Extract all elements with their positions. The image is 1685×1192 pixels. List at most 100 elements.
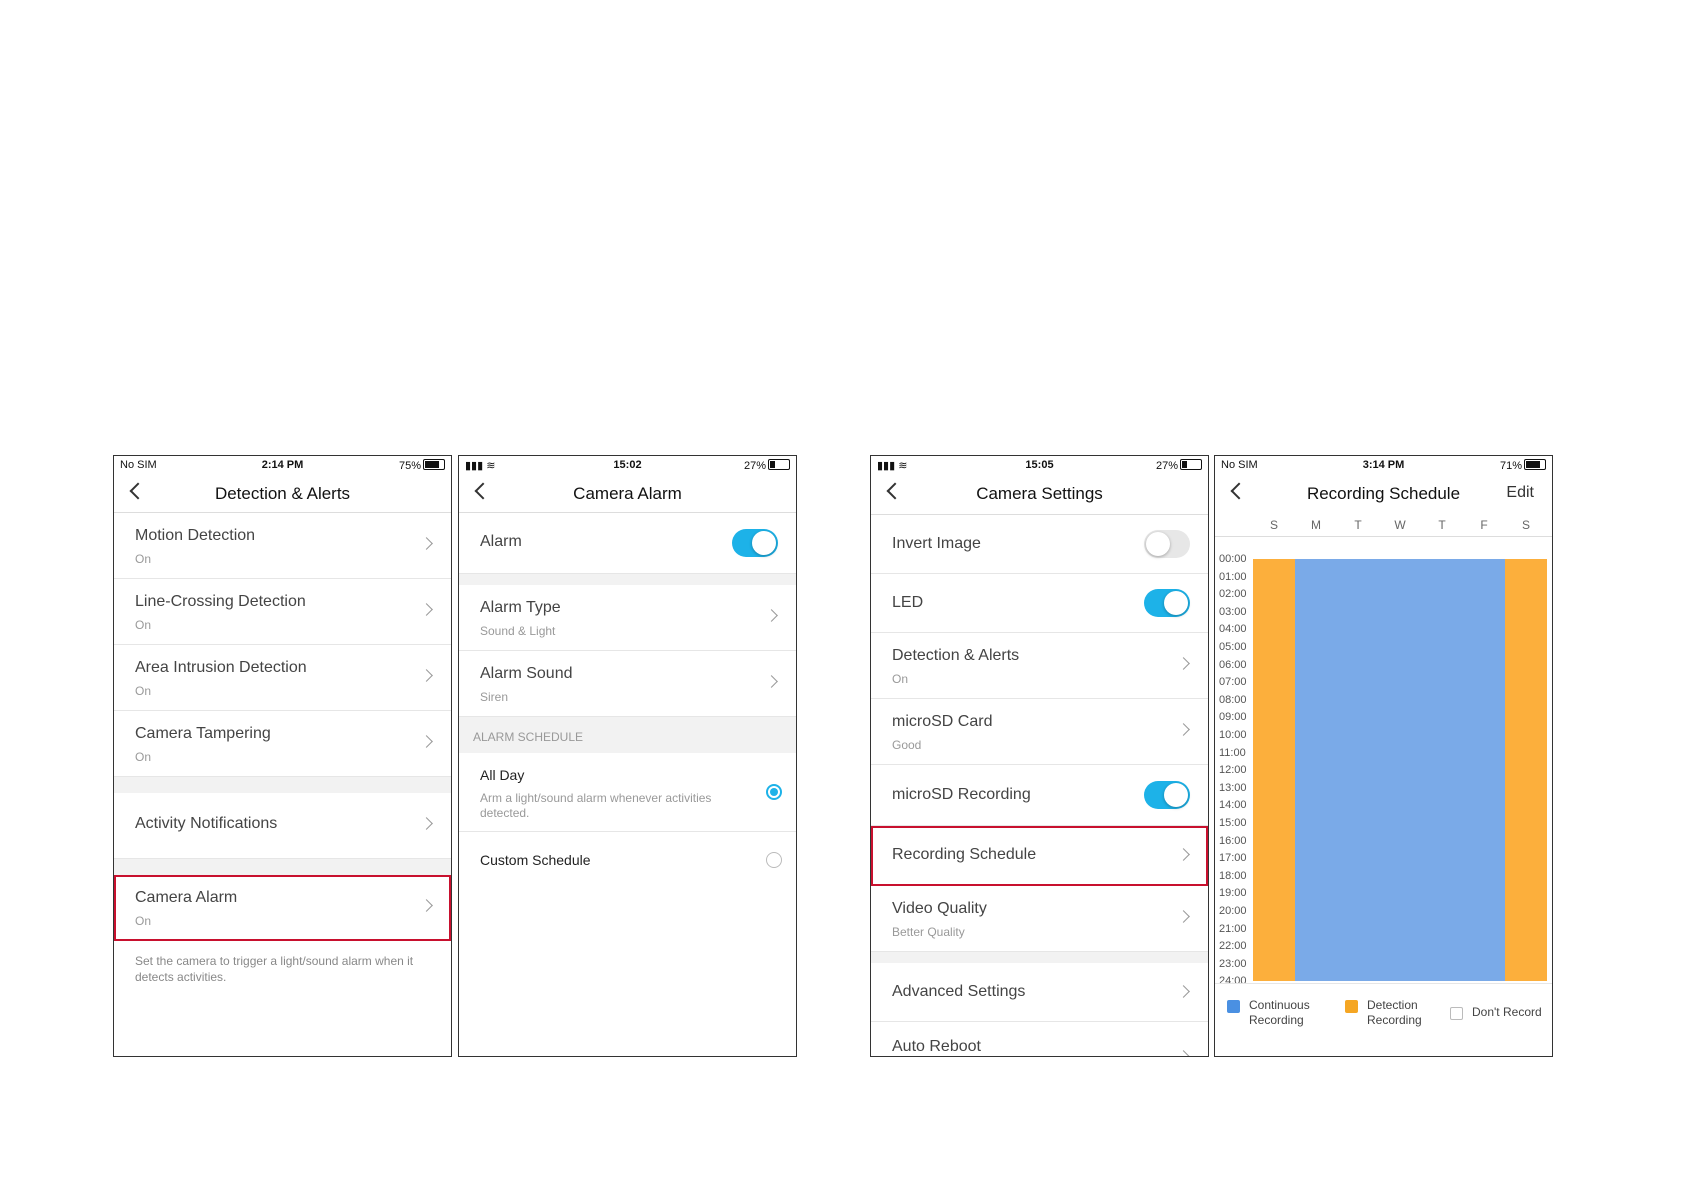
chevron-right-icon [765,675,778,688]
hour-label: 02:00 [1219,588,1247,601]
section-gap [114,859,451,875]
row-title: Motion Detection [135,527,256,544]
schedule-day-column[interactable] [1295,559,1337,982]
page-title: Recording Schedule [1306,484,1461,503]
row-alarm-toggle: Alarm [459,513,796,574]
row-title: Alarm Type [480,599,561,616]
row-microsd-recording: microSD Recording [871,765,1208,826]
row-area-intrusion[interactable]: Area Intrusion Detection On [114,645,451,711]
weekday-label: S [1269,518,1278,532]
row-title: LED [892,594,924,611]
schedule-day-column[interactable] [1421,559,1463,982]
section-gap [459,574,796,585]
row-led: LED [871,574,1208,633]
hour-label: 19:00 [1219,887,1247,900]
battery-icon [768,459,790,470]
hour-label: 23:00 [1219,957,1247,970]
battery-status: 27% [1156,459,1202,472]
phone-camera-alarm: ▮▮▮ ≋ 15:02 27% Camera Alarm Alarm Alarm… [458,455,797,1057]
row-custom-schedule[interactable]: Custom Schedule [459,832,796,888]
schedule-day-column[interactable] [1379,559,1421,982]
row-subtitle: On [135,684,152,698]
row-subtitle: On [135,618,152,632]
row-subtitle: Siren [480,690,509,704]
row-subtitle: On [892,672,909,686]
schedule-grid[interactable]: 00:00 01:00 02:00 03:00 04:00 05:00 06:00 07:00… [1215,553,1552,987]
row-title: All Day [480,767,525,783]
row-title: Camera Alarm [135,889,238,906]
schedule-legend: Continuous Recording Detection Recording… [1215,992,1552,1032]
row-title: Custom Schedule [480,852,591,868]
row-all-day[interactable]: All Day Arm a light/sound alarm whenever… [459,753,796,832]
schedule-day-column[interactable] [1463,559,1505,982]
row-camera-alarm[interactable]: Camera Alarm On [114,875,451,941]
phone-detection-alerts: No SIM 2:14 PM 75% Detection & Alerts Mo… [113,455,452,1057]
chevron-right-icon [1177,657,1190,670]
status-bar: No SIM 2:14 PM 75% [114,456,451,474]
row-video-quality[interactable]: Video Quality Better Quality [871,886,1208,952]
nav-bar: Camera Alarm [459,474,796,513]
row-subtitle: Arm a light/sound alarm whenever activit… [480,791,712,820]
legend-swatch [1345,1000,1358,1013]
chevron-right-icon [1177,910,1190,923]
chevron-right-icon [420,899,433,912]
legend-label: Detection Recording [1367,998,1422,1027]
battery-status: 27% [744,459,790,472]
row-title: Detection & Alerts [892,647,1020,664]
microsd-recording-toggle[interactable] [1144,781,1190,809]
hour-label: 16:00 [1219,834,1247,847]
row-microsd-card[interactable]: microSD Card Good [871,699,1208,765]
row-title: Auto Reboot [892,1038,981,1055]
battery-status: 75% [399,459,445,472]
hour-label: 15:00 [1219,817,1247,829]
schedule-day-column[interactable] [1253,559,1295,982]
hour-label: 21:00 [1219,922,1247,935]
row-auto-reboot[interactable]: Auto Reboot [871,1022,1208,1056]
chevron-right-icon [420,537,433,550]
hour-label: 14:00 [1219,799,1247,812]
invert-image-toggle[interactable] [1144,530,1190,558]
chevron-right-icon [1177,848,1190,861]
row-motion-detection[interactable]: Motion Detection On [114,513,451,579]
row-title: microSD Card [892,713,993,730]
row-subtitle: Good [892,738,922,752]
row-title: Area Intrusion Detection [135,659,307,676]
row-camera-tampering[interactable]: Camera Tampering On [114,711,451,777]
schedule-day-column[interactable] [1505,559,1547,982]
hour-label: 01:00 [1219,570,1247,583]
nav-bar: Detection & Alerts [114,474,451,513]
battery-icon [423,459,445,470]
status-bar: No SIM 3:14 PM 71% [1215,456,1552,474]
row-invert-image: Invert Image [871,515,1208,574]
row-activity-notifications[interactable]: Activity Notifications [114,793,451,859]
legend-swatch [1450,1007,1463,1020]
hour-label: 11:00 [1219,746,1246,759]
chevron-right-icon [420,817,433,830]
all-day-radio[interactable] [766,784,782,800]
edit-button[interactable]: Edit [1506,484,1534,502]
hour-label: 22:00 [1219,940,1247,953]
row-advanced-settings[interactable]: Advanced Settings [871,963,1208,1022]
row-line-crossing[interactable]: Line-Crossing Detection On [114,579,451,645]
hour-label: 06:00 [1219,658,1247,671]
chevron-right-icon [1177,1050,1190,1056]
alarm-toggle[interactable] [732,529,778,557]
nav-bar: Recording Schedule Edit [1215,474,1552,514]
schedule-day-column[interactable] [1337,559,1379,982]
section-gap [114,777,451,793]
row-title: Line-Crossing Detection [135,593,306,610]
weekday-label: M [1311,518,1321,532]
row-title: Camera Tampering [135,725,271,742]
hour-label: 10:00 [1219,729,1247,741]
row-title: Advanced Settings [892,983,1026,1000]
led-toggle[interactable] [1144,589,1190,617]
row-recording-schedule[interactable]: Recording Schedule [871,826,1208,886]
row-alarm-type[interactable]: Alarm Type Sound & Light [459,585,796,651]
custom-schedule-radio[interactable] [766,852,782,868]
row-detection-alerts[interactable]: Detection & Alerts On [871,633,1208,699]
row-title: Activity Notifications [135,815,278,832]
hour-label: 17:00 [1219,852,1247,865]
nav-bar: Camera Settings [871,474,1208,515]
row-alarm-sound[interactable]: Alarm Sound Siren [459,651,796,717]
status-bar: ▮▮▮ ≋ 15:05 27% [871,456,1208,474]
